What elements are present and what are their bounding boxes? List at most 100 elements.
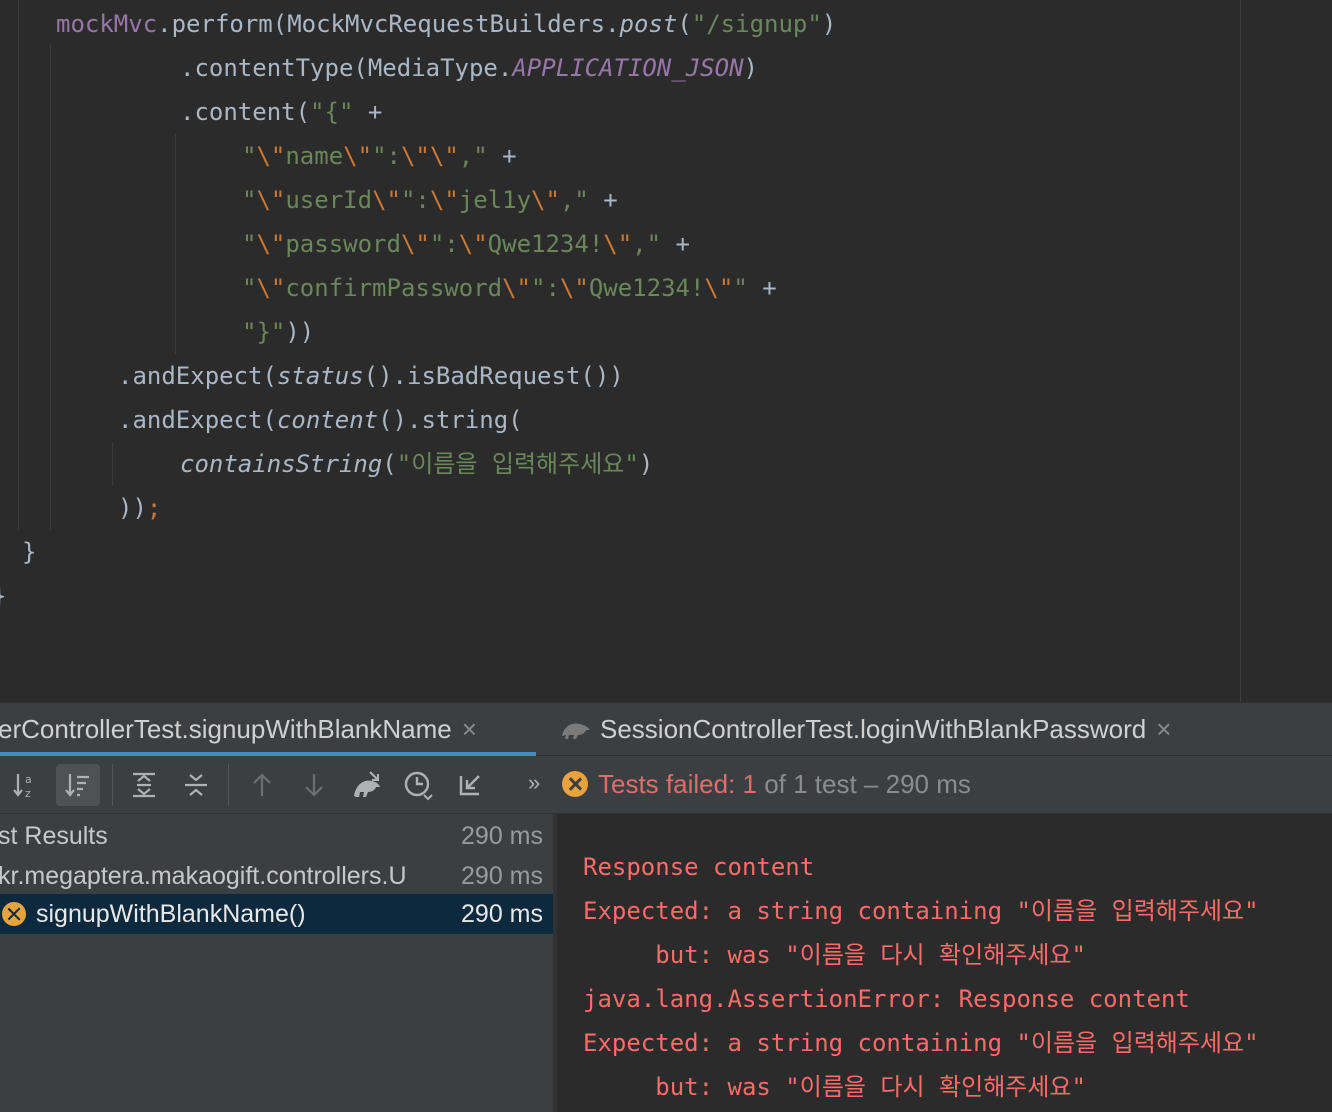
code-token: " xyxy=(242,274,257,302)
code-token: ( xyxy=(382,450,397,478)
tab-login-with-blank-password[interactable]: SessionControllerTest.loginWithBlankPass… xyxy=(560,703,1171,755)
code-line[interactable]: .andExpect(content().string( xyxy=(118,398,523,442)
tab-signup-with-blank-name[interactable]: erControllerTest.signupWithBlankName × xyxy=(0,703,477,755)
test-output-console[interactable]: Response content Expected: a string cont… xyxy=(557,814,1332,1112)
tree-row-duration: 290 ms xyxy=(461,822,543,850)
run-configuration-icon xyxy=(560,705,592,757)
code-token: ) xyxy=(821,10,837,38)
code-line[interactable]: .andExpect(status().isBadRequest()) xyxy=(118,354,624,398)
code-token: + xyxy=(487,142,517,170)
code-token: \" xyxy=(458,230,488,258)
code-token: \" xyxy=(559,274,589,302)
failed-icon xyxy=(562,771,588,797)
code-token: confirmPassword xyxy=(285,274,503,302)
console-line: Expected: a string containing "이름을 입력해주세… xyxy=(583,897,1259,925)
expand-all-icon[interactable] xyxy=(122,764,166,806)
code-token: "이름을 입력해주세요" xyxy=(396,450,639,478)
code-line[interactable]: "\"userId\"":\"jel1y\"," + xyxy=(242,178,618,222)
code-token: .contentType(MediaType. xyxy=(180,54,513,82)
code-token: APPLICATION_JSON xyxy=(512,54,744,82)
code-token: "{" xyxy=(310,98,354,126)
code-token: .andExpect( xyxy=(118,406,277,434)
code-line[interactable]: containsString("이름을 입력해주세요") xyxy=(180,442,653,486)
console-line: Expected: a string containing "이름을 입력해주세… xyxy=(583,1029,1259,1057)
code-token: ().string( xyxy=(378,406,523,434)
code-token: ": xyxy=(400,186,430,214)
tree-row-test-class[interactable]: kr.megaptera.makaogift.controllers.U 290… xyxy=(0,856,553,896)
console-line: Response content xyxy=(583,853,815,881)
code-token: " xyxy=(733,274,748,302)
collapse-all-icon[interactable] xyxy=(174,764,218,806)
code-line[interactable]: } xyxy=(22,530,36,574)
tree-row-signup-with-blank-name[interactable]: signupWithBlankName() 290 ms xyxy=(0,894,553,934)
code-token: \" xyxy=(256,274,286,302)
sort-alphabetically-icon[interactable]: az xyxy=(4,764,48,806)
code-line[interactable]: "\"password\"":\"Qwe1234!\"," + xyxy=(242,222,690,266)
previous-failed-icon[interactable] xyxy=(240,764,284,806)
test-history-icon[interactable] xyxy=(396,764,440,806)
code-editor[interactable]: mockMvc.perform(MockMvcRequestBuilders.p… xyxy=(0,0,1332,702)
code-token: ) xyxy=(638,450,654,478)
code-token: \" xyxy=(502,274,532,302)
code-token: content xyxy=(276,406,379,434)
code-line[interactable]: mockMvc.perform(MockMvcRequestBuilders.p… xyxy=(56,2,836,46)
code-token: ": xyxy=(531,274,560,302)
code-token: " xyxy=(242,142,257,170)
tree-row-duration: 290 ms xyxy=(461,900,543,928)
indent-guide xyxy=(50,44,51,530)
code-token: )) xyxy=(285,318,315,346)
code-token: ( xyxy=(677,10,692,38)
tab-label: erControllerTest.signupWithBlankName xyxy=(0,714,452,744)
code-token: + xyxy=(588,186,618,214)
code-line[interactable]: } xyxy=(0,574,6,618)
code-line[interactable]: "\"confirmPassword\"":\"Qwe1234!\"" + xyxy=(242,266,777,310)
code-line[interactable]: .contentType(MediaType.APPLICATION_JSON) xyxy=(180,46,758,90)
code-token: \" xyxy=(531,186,560,214)
code-token: \" xyxy=(704,274,734,302)
indent-guide xyxy=(112,442,113,486)
right-margin-guide xyxy=(1240,0,1241,702)
tree-row-label: kr.megaptera.makaogift.controllers.U xyxy=(0,862,407,890)
next-failed-icon[interactable] xyxy=(292,764,336,806)
export-results-icon[interactable] xyxy=(448,764,492,806)
code-token: "/signup" xyxy=(691,10,822,38)
console-line: java.lang.AssertionError: Response conte… xyxy=(583,985,1190,1013)
sort-by-duration-icon[interactable] xyxy=(56,764,100,806)
tree-row-label: signupWithBlankName() xyxy=(36,900,306,928)
tab-label: SessionControllerTest.loginWithBlankPass… xyxy=(600,714,1147,744)
code-token: ," xyxy=(559,186,589,214)
code-token: ": xyxy=(429,230,459,258)
code-line[interactable]: "}")) xyxy=(242,310,314,354)
code-line[interactable]: .content("{" + xyxy=(180,90,382,134)
code-token: )) xyxy=(118,494,147,522)
code-token: " xyxy=(242,230,257,258)
code-token: mockMvc xyxy=(56,10,158,38)
tests-summary-label: of 1 test – 290 ms xyxy=(756,769,971,799)
tree-row-duration: 290 ms xyxy=(461,862,543,890)
code-token: ": xyxy=(372,142,401,170)
tree-row-test-results[interactable]: st Results 290 ms xyxy=(0,816,553,856)
close-icon[interactable]: × xyxy=(1156,714,1171,744)
close-icon[interactable]: × xyxy=(462,714,477,744)
test-results-tree: st Results 290 ms kr.megaptera.makaogift… xyxy=(0,814,553,1112)
code-line[interactable]: )); xyxy=(118,486,161,530)
code-token: \" xyxy=(256,186,286,214)
code-token: "}" xyxy=(242,318,286,346)
code-token: \" xyxy=(256,142,286,170)
toolbar-separator xyxy=(228,764,229,806)
code-token: } xyxy=(0,582,6,610)
code-token: \" xyxy=(400,230,430,258)
import-tests-icon[interactable] xyxy=(344,764,388,806)
code-token: Qwe1234! xyxy=(588,274,705,302)
code-token: ," xyxy=(632,230,662,258)
code-token: status xyxy=(276,362,364,390)
code-token: Qwe1234! xyxy=(487,230,604,258)
indent-guide xyxy=(18,0,19,530)
test-status-summary: Tests failed: 1 of 1 test – 290 ms xyxy=(562,756,971,812)
code-token: userId xyxy=(285,186,373,214)
code-token: \" xyxy=(372,186,401,214)
code-line[interactable]: "\"name\"":\"\"," + xyxy=(242,134,517,178)
more-actions-chevron[interactable]: » xyxy=(528,756,540,812)
code-token: .andExpect( xyxy=(118,362,277,390)
code-token: + xyxy=(353,98,383,126)
